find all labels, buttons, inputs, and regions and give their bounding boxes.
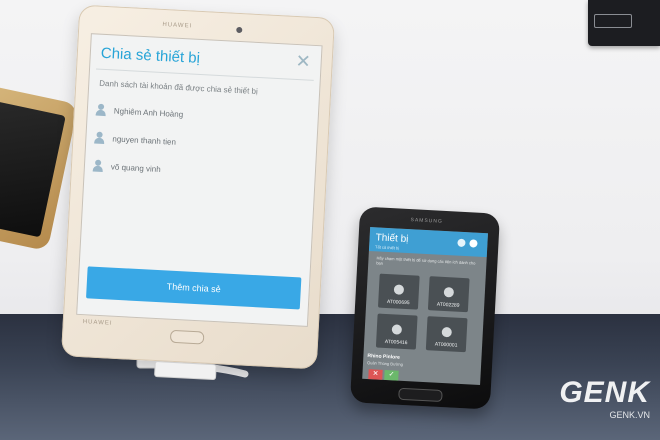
phone-app-header: Thiết bị Tất cả thiết bị <box>368 227 489 258</box>
phone-brand: SAMSUNG <box>410 217 443 225</box>
device-label: AT005416 <box>384 338 408 347</box>
user-row[interactable]: Nghiêm Anh Hoàng <box>95 101 184 124</box>
user-name: võ quang vinh <box>110 161 161 174</box>
genk-watermark: GENK GENK.VN <box>559 376 650 420</box>
device-icon <box>443 286 455 298</box>
phone-screen: Thiết bị Tất cả thiết bị Hãy chạm một th… <box>362 227 489 385</box>
tablet-stand <box>153 360 217 381</box>
close-icon[interactable]: ✕ <box>368 369 383 380</box>
share-device-title: Chia sẻ thiết bị <box>100 44 201 67</box>
user-icon[interactable] <box>469 239 478 248</box>
user-name: Nghiêm Anh Hoàng <box>113 105 184 119</box>
device-icon <box>393 284 405 295</box>
user-row[interactable]: nguyen thanh tien <box>94 129 176 151</box>
device-tile[interactable]: AT005416 <box>375 313 418 350</box>
add-share-button[interactable]: Thêm chia sẻ <box>86 266 302 310</box>
device-icon <box>441 326 453 338</box>
black-box <box>588 0 660 46</box>
close-icon[interactable]: ✕ <box>295 51 311 73</box>
devices-subtitle: Tất cả thiết bị <box>375 244 400 251</box>
tablet-home-button[interactable] <box>169 329 205 345</box>
genk-logo: GENK <box>559 376 650 409</box>
devices-hint: Hãy chạm một thiết bị để sử dụng các tiệ… <box>376 255 476 266</box>
phone-home-button[interactable] <box>398 387 443 403</box>
user-row[interactable]: võ quang vinh <box>93 156 162 178</box>
rhino-subtitle: Quản Thùng Đường <box>366 360 404 367</box>
device-tile[interactable]: AT002289 <box>427 276 470 313</box>
genk-url: GENK.VN <box>609 410 650 420</box>
user-icon <box>93 159 104 172</box>
tablet: HUAWEI Chia sẻ thiết bị ✕ Danh sách tài … <box>60 4 336 381</box>
title-divider <box>96 68 314 81</box>
user-icon <box>94 132 105 145</box>
devices-title: Thiết bị <box>375 232 409 246</box>
device-label: AT000695 <box>386 299 410 307</box>
device-label: AT002289 <box>436 301 460 309</box>
tablet-brand-top: HUAWEI <box>162 21 193 30</box>
tablet-brand-bottom: HUAWEI <box>82 319 113 327</box>
user-icon <box>96 104 107 117</box>
user-name: nguyen thanh tien <box>112 133 177 147</box>
tablet-screen: Chia sẻ thiết bị ✕ Danh sách tài khoản đ… <box>76 33 323 327</box>
tablet-camera <box>236 26 243 34</box>
device-tile[interactable]: AT000001 <box>425 316 468 353</box>
check-icon[interactable]: ✓ <box>384 369 399 381</box>
shared-accounts-subtitle: Danh sách tài khoản đã được chia sẻ thiế… <box>99 78 259 96</box>
phone: SAMSUNG Thiết bị Tất cả thiết bị Hãy chạ… <box>349 206 501 410</box>
share-icon[interactable] <box>457 238 466 248</box>
device-label: AT000001 <box>434 341 458 349</box>
device-icon <box>391 324 403 335</box>
device-tile[interactable]: AT000695 <box>377 273 420 310</box>
